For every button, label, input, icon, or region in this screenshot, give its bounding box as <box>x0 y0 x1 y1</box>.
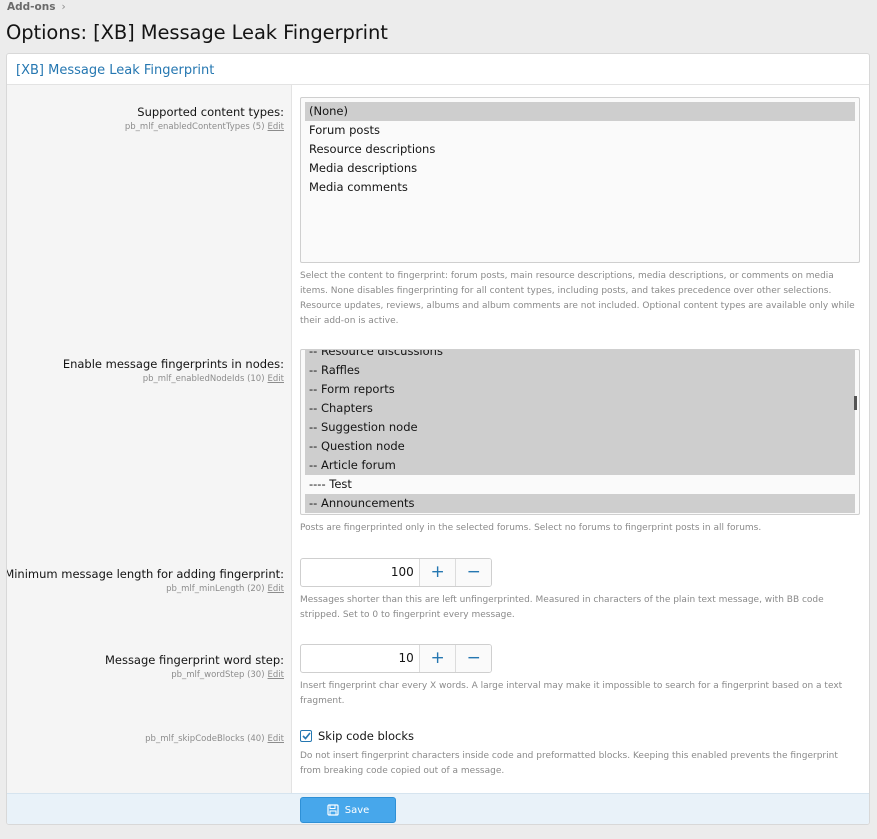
option-label-group: pb_mlf_skipCodeBlocks (40) Edit <box>7 731 284 744</box>
scrollbar-thumb[interactable] <box>854 396 857 410</box>
option-control: (None) Forum posts Resource descriptions Me… <box>300 97 860 329</box>
edit-link[interactable]: Edit <box>268 734 284 744</box>
option-label: Enable message fingerprints in nodes: <box>62 357 284 371</box>
edit-link[interactable]: Edit <box>268 122 284 132</box>
option-explain: Messages shorter than this are left unfi… <box>300 595 824 620</box>
option-id: pb_mlf_enabledContentTypes (5) <box>124 122 265 132</box>
list-option[interactable]: ---- Test <box>305 475 855 494</box>
form-footer: Save <box>7 793 869 824</box>
breadcrumb-chevron-icon: › <box>61 1 66 13</box>
option-hint: pb_mlf_enabledNodeIds (10) Edit <box>7 374 284 384</box>
list-option[interactable]: -- Form reports <box>305 380 855 399</box>
min-length-stepper: 100 + − <box>300 558 492 587</box>
option-label-group: Enable message fingerprints in nodes: pb… <box>7 357 284 384</box>
edit-link[interactable]: Edit <box>268 374 284 384</box>
option-hint: pb_mlf_minLength (20) Edit <box>7 584 284 594</box>
option-label-group: Supported content types: pb_mlf_enabledC… <box>7 105 284 132</box>
option-control: -- Resource discussions -- Raffles -- Form… <box>300 349 860 536</box>
word-step-stepper: 10 + − <box>300 644 492 673</box>
list-option[interactable]: Media descriptions <box>305 159 855 178</box>
option-label: Message fingerprint word step: <box>104 653 284 667</box>
option-label: Supported content types: <box>137 105 284 119</box>
page-title: Options: [XB] Message Leak Fingerprint <box>6 21 388 44</box>
list-option[interactable]: -- Announcements <box>305 494 855 513</box>
list-option[interactable]: Media comments <box>305 178 855 197</box>
option-id: pb_mlf_skipCodeBlocks (40) <box>145 734 265 744</box>
edit-link[interactable]: Edit <box>268 670 284 680</box>
option-hint: pb_mlf_enabledContentTypes (5) Edit <box>7 122 284 132</box>
option-control: Skip code blocks Do not insert fingerpri… <box>300 726 860 779</box>
content-types-select[interactable]: (None) Forum posts Resource descriptions Me… <box>300 97 860 263</box>
list-option[interactable]: -- Suggestion node <box>305 418 855 437</box>
edit-link[interactable]: Edit <box>268 584 284 594</box>
save-button-label: Save <box>344 804 370 816</box>
options-rows: Supported content types: pb_mlf_enabledC… <box>7 85 869 793</box>
increment-button[interactable]: + <box>419 559 456 586</box>
min-length-input[interactable]: 100 <box>301 559 420 586</box>
option-explain: Posts are fingerprinted only in the sele… <box>300 523 762 533</box>
list-option[interactable]: -- Question node <box>305 437 855 456</box>
word-step-input[interactable]: 10 <box>301 645 420 672</box>
option-label-group: Minimum message length for adding finger… <box>6 567 284 594</box>
option-id: pb_mlf_enabledNodeIds (10) <box>142 374 265 384</box>
save-icon <box>327 804 339 816</box>
list-option[interactable]: Resource descriptions <box>305 140 855 159</box>
list-option[interactable]: -- Resource discussions <box>305 350 855 361</box>
list-option[interactable]: -- Chapters <box>305 399 855 418</box>
option-id: pb_mlf_minLength (20) <box>166 584 265 594</box>
check-icon[interactable] <box>300 730 312 742</box>
option-control: 100 + − Messages shorter than this are l… <box>300 558 860 623</box>
option-explain: Select the content to fingerprint: forum… <box>300 271 855 326</box>
option-hint: pb_mlf_wordStep (30) Edit <box>7 670 284 680</box>
list-option[interactable]: -- Raffles <box>305 361 855 380</box>
option-explain: Insert fingerprint char every X words. A… <box>300 681 843 706</box>
labels-column <box>7 85 292 793</box>
option-explain: Do not insert fingerprint characters ins… <box>300 751 838 776</box>
option-id: pb_mlf_wordStep (30) <box>171 670 265 680</box>
breadcrumb-link-addons[interactable]: Add-ons <box>7 1 55 13</box>
decrement-button[interactable]: − <box>455 645 491 672</box>
increment-button[interactable]: + <box>419 645 456 672</box>
option-control: 10 + − Insert fingerprint char every X w… <box>300 644 860 709</box>
option-label: Minimum message length for adding finger… <box>6 567 284 581</box>
option-label-group: Message fingerprint word step: pb_mlf_wo… <box>7 653 284 680</box>
options-block: [XB] Message Leak Fingerprint Supported … <box>6 53 870 825</box>
option-hint: pb_mlf_skipCodeBlocks (40) Edit <box>7 734 284 744</box>
nodes-select[interactable]: -- Resource discussions -- Raffles -- Form… <box>300 349 860 515</box>
list-option[interactable]: (None) <box>305 102 855 121</box>
breadcrumb: Add-ons › <box>7 1 66 13</box>
save-button[interactable]: Save <box>300 797 396 823</box>
checkbox-label: Skip code blocks <box>318 729 415 743</box>
decrement-button[interactable]: − <box>455 559 491 586</box>
list-option[interactable]: Forum posts <box>305 121 855 140</box>
skip-code-checkbox[interactable]: Skip code blocks <box>300 726 860 746</box>
list-option[interactable]: -- Article forum <box>305 456 855 475</box>
block-header: [XB] Message Leak Fingerprint <box>7 54 869 85</box>
